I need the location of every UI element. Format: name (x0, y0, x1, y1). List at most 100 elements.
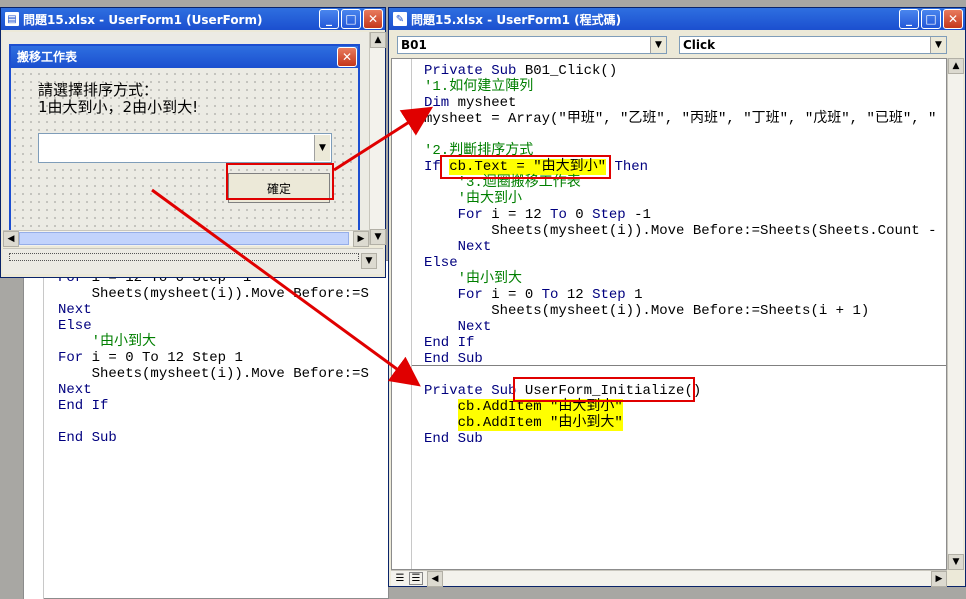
code-line: Next (424, 239, 944, 255)
code-vertical-scrollbar[interactable]: ▲ ▼ (947, 58, 964, 570)
code-line: Dim mysheet (424, 95, 944, 111)
code-text: Dim mysheet (424, 95, 517, 111)
code-line: End Sub (424, 431, 944, 447)
code-line: '2.判斷排序方式 (424, 143, 944, 159)
vba-keyword: To (541, 287, 559, 303)
code-close-button[interactable]: ✕ (943, 9, 963, 29)
scroll-up-arrow-icon[interactable]: ▲ (370, 32, 386, 48)
code-comment: '3.迴圈搬移工作表 (424, 175, 581, 191)
code-margin-bar (392, 59, 412, 569)
scroll-down-arrow-icon[interactable]: ▼ (370, 229, 386, 245)
code-line: For i = 0 To 12 Step 1 (424, 287, 944, 303)
scroll-right-arrow-icon[interactable]: ▶ (353, 231, 369, 247)
designer-title: 問題15.xlsx - UserForm1 (UserForm) (23, 12, 263, 27)
minimize-button[interactable]: _ (319, 9, 339, 29)
vba-keyword: Step (592, 207, 626, 223)
bg-code-line: Next (58, 382, 388, 398)
highlighted-additem: cb.AddItem "由小到大" (457, 415, 623, 431)
userform-initialize-procedure[interactable]: Private Sub UserForm_Initialize() cb.Add… (424, 383, 944, 463)
ok-button[interactable]: 確定 (228, 173, 330, 203)
vba-keyword: Next (457, 239, 492, 255)
highlighted-additem: cb.AddItem "由大到小" (457, 399, 623, 415)
close-button[interactable]: ✕ (363, 9, 383, 29)
bg-code-line: End If (58, 398, 388, 414)
procedure-view-icon[interactable]: ☰ (393, 572, 407, 585)
code-editor[interactable]: Private Sub B01_Click() '1.如何建立陣列 Dim mysh… (391, 58, 947, 570)
code-scroll-up-icon[interactable]: ▲ (948, 58, 964, 74)
bg-code-keyword: Next (58, 382, 92, 398)
bg-code-line: Next (58, 302, 388, 318)
code-text: End If (424, 335, 474, 351)
vba-keyword: Step (592, 287, 626, 303)
code-text: For i = 12 To 0 Step -1 (457, 207, 651, 223)
combobox-dropdown-button[interactable]: ▼ (314, 135, 330, 161)
b01-click-procedure[interactable]: Private Sub B01_Click() '1.如何建立陣列 Dim mysh… (424, 63, 944, 363)
code-keyword: End Sub (424, 431, 483, 447)
object-combobox-value: B01 (401, 38, 427, 52)
sort-combobox[interactable]: ▼ (38, 133, 332, 163)
code-line: Sheets(mysheet(i)).Move Before:=Sheets(i… (424, 303, 944, 319)
code-comment: '1.如何建立陣列 (424, 79, 534, 95)
code-line: Private Sub B01_Click() (424, 63, 944, 79)
code-maximize-button[interactable]: □ (921, 9, 941, 29)
userform[interactable]: 搬移工作表 ✕ 請選擇排序方式： 1由大到小，2由小到大! ▼ 確定 (9, 44, 360, 234)
vba-keyword: To (550, 207, 567, 223)
prompt-label: 請選擇排序方式： 1由大到小，2由小到大! (38, 82, 198, 116)
bg-code-line: For i = 0 To 12 Step 1 (58, 350, 388, 366)
userform-title-bar[interactable]: 搬移工作表 ✕ (11, 46, 358, 68)
code-horizontal-scrollbar[interactable]: ☰ ☰ ◀ ▶ (391, 570, 947, 587)
code-comment: '由大到小 (424, 191, 523, 207)
background-code-window: For i = 12 To 0 Step -1 Sheets(mysheet(i… (23, 260, 389, 599)
designer-bottom-strip: ▼ (3, 248, 383, 274)
vba-keyword: Private Sub (424, 63, 517, 79)
code-line: Else (424, 255, 944, 271)
bg-code-line: End Sub (58, 430, 388, 446)
vba-keyword: Next (457, 319, 492, 335)
procedure-combobox[interactable]: Click ▼ (679, 36, 947, 54)
bg-code-line: Sheets(mysheet(i)).Move Before:=S (58, 286, 388, 302)
code-comment: '2.判斷排序方式 (424, 143, 534, 159)
procedure-dropdown-icon[interactable]: ▼ (930, 37, 946, 53)
bg-code-comment: '由小到大 (58, 334, 157, 350)
userform-close-button[interactable]: ✕ (337, 47, 357, 67)
code-line: End Sub (424, 351, 944, 363)
prompt-line-1: 請選擇排序方式： (38, 81, 159, 99)
strip-scroll-icon[interactable]: ▼ (361, 253, 377, 269)
code-minimize-button[interactable]: _ (899, 9, 919, 29)
ok-button-label: 確定 (266, 181, 291, 196)
bg-code-text: i = 0 To 12 Step 1 (83, 350, 243, 366)
maximize-button[interactable]: □ (341, 9, 361, 29)
code-window-icon: ✎ (393, 12, 407, 26)
vba-keyword: End Sub (424, 351, 483, 363)
code-line: cb.AddItem "由小到大" (424, 415, 944, 431)
designer-vertical-scrollbar[interactable]: ▲ ▼ (369, 32, 386, 245)
scroll-thumb[interactable] (19, 232, 349, 245)
object-combobox[interactable]: B01 ▼ (397, 36, 667, 54)
code-text: Next (424, 319, 492, 335)
margin-indicator-bar (24, 261, 44, 599)
code-line: '由大到小 (424, 191, 944, 207)
code-scroll-right-icon[interactable]: ▶ (931, 571, 947, 587)
full-module-view-icon[interactable]: ☰ (409, 572, 423, 585)
code-text: For i = 0 To 12 Step 1 (457, 287, 643, 303)
code-line: mysheet = Array("甲班", "乙班", "丙班", "丁班", … (424, 111, 944, 127)
code-scroll-down-icon[interactable]: ▼ (948, 554, 964, 570)
code-title-bar[interactable]: ✎ 問題15.xlsx - UserForm1 (程式碼) _ □ ✕ (389, 8, 965, 30)
code-text: Private Sub B01_Click() (424, 63, 618, 79)
code-text: Sheets(mysheet(i)).Move Before:=Sheets(i… (424, 303, 870, 319)
designer-title-bar[interactable]: ▤ 問題15.xlsx - UserForm1 (UserForm) _ □ ✕ (1, 8, 385, 30)
dotted-strip (9, 253, 359, 261)
code-keyword: Then (606, 159, 649, 175)
code-scroll-left-icon[interactable]: ◀ (427, 571, 443, 587)
code-comment: '由小到大 (424, 271, 523, 287)
init-signature: UserForm_Initialize() (524, 383, 702, 399)
procedure-combobox-value: Click (683, 38, 716, 52)
background-code-area[interactable]: For i = 12 To 0 Step -1 Sheets(mysheet(i… (58, 270, 388, 590)
bg-code-line (58, 414, 388, 430)
code-keyword: Private Sub (424, 383, 525, 399)
designer-horizontal-scrollbar[interactable]: ◀ ▶ (3, 230, 369, 247)
scroll-left-arrow-icon[interactable]: ◀ (3, 231, 19, 247)
object-dropdown-icon[interactable]: ▼ (650, 37, 666, 53)
